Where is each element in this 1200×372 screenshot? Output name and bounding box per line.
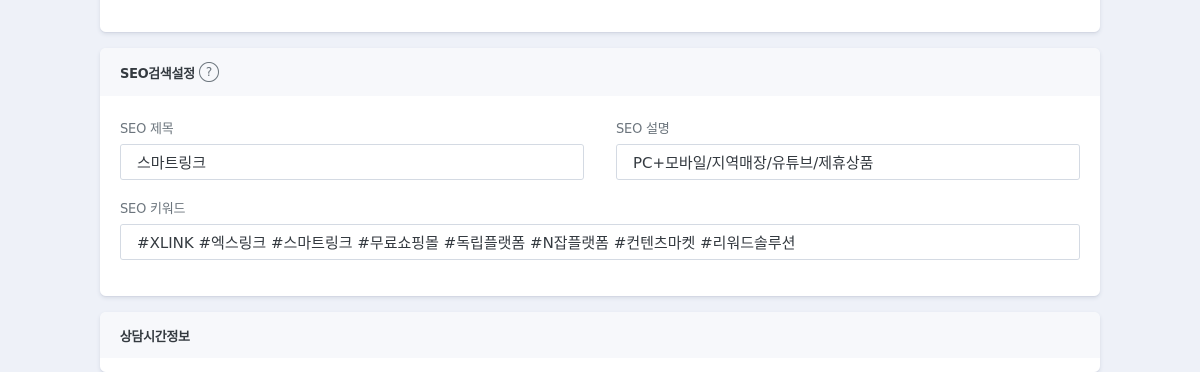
- consultation-hours-card: 상담시간정보: [100, 312, 1100, 372]
- seo-description-label: SEO 설명: [616, 122, 670, 137]
- previous-section-card: [100, 0, 1100, 32]
- consultation-hours-header: 상담시간정보: [100, 312, 1100, 358]
- seo-title-label: SEO 제목: [120, 122, 174, 137]
- consultation-hours-title: 상담시간정보: [120, 329, 190, 345]
- seo-keywords-input[interactable]: [120, 224, 1080, 260]
- seo-keywords-label: SEO 키워드: [120, 202, 186, 217]
- seo-description-input[interactable]: [616, 144, 1080, 180]
- seo-settings-title: SEO검색설정: [120, 66, 196, 82]
- seo-settings-header: SEO검색설정 ?: [100, 48, 1100, 96]
- seo-settings-card: SEO검색설정 ? SEO 제목 SEO 설명 SEO 키워드: [100, 48, 1100, 296]
- help-icon[interactable]: ?: [199, 62, 220, 82]
- seo-title-input[interactable]: [120, 144, 584, 180]
